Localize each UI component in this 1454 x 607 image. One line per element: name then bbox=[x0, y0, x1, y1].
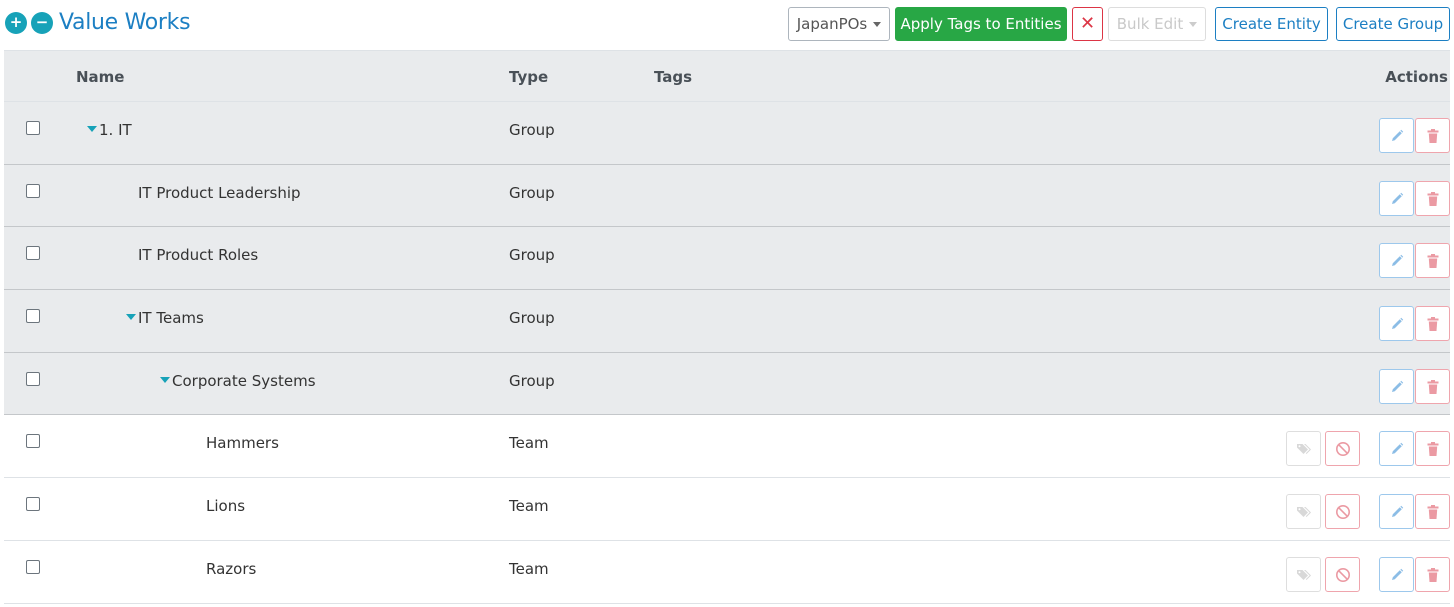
row-name: Lions bbox=[206, 497, 246, 516]
column-header-name[interactable]: Name bbox=[76, 68, 124, 86]
row-type: Team bbox=[509, 434, 549, 453]
delete-button[interactable] bbox=[1415, 556, 1450, 592]
table-body: 1. IT Group IT Product Leadership Group IT P… bbox=[4, 102, 1450, 604]
edit-button[interactable] bbox=[1379, 431, 1414, 467]
column-header-tags: Tags bbox=[654, 68, 693, 86]
row-type: Group bbox=[509, 246, 555, 265]
table-row: Hammers Team bbox=[4, 415, 1450, 479]
apply-tags-button[interactable]: Apply Tags to Entities bbox=[895, 7, 1067, 41]
caret-down-icon[interactable] bbox=[160, 376, 170, 383]
row-checkbox[interactable] bbox=[26, 371, 40, 386]
row-name: IT Teams bbox=[138, 309, 204, 328]
row-name-cell[interactable]: 1. IT bbox=[87, 121, 132, 139]
row-name-cell: Lions bbox=[206, 497, 245, 515]
delete-button[interactable] bbox=[1415, 118, 1450, 153]
table-row: IT Product Roles Group bbox=[4, 227, 1450, 291]
caret-down-icon[interactable] bbox=[126, 314, 136, 321]
clear-tags-button[interactable]: ✕ bbox=[1072, 7, 1103, 41]
caret-down-icon bbox=[1189, 22, 1197, 27]
edit-button[interactable] bbox=[1379, 368, 1414, 404]
delete-button[interactable] bbox=[1415, 494, 1450, 530]
row-name-cell: Razors bbox=[206, 560, 256, 578]
disable-button[interactable] bbox=[1325, 556, 1360, 592]
table-header: Name Type Tags Actions bbox=[4, 50, 1450, 102]
row-checkbox[interactable] bbox=[26, 309, 40, 324]
disable-button[interactable] bbox=[1325, 431, 1360, 467]
expand-all-button[interactable]: + bbox=[5, 12, 27, 34]
row-name: Corporate Systems bbox=[172, 371, 316, 390]
edit-button[interactable] bbox=[1379, 243, 1414, 279]
row-name: 1. IT bbox=[99, 121, 132, 139]
column-header-type[interactable]: Type bbox=[509, 68, 548, 86]
bulk-edit-button[interactable]: Bulk Edit bbox=[1108, 7, 1206, 41]
row-checkbox[interactable] bbox=[26, 246, 40, 261]
tag-button[interactable] bbox=[1286, 556, 1321, 592]
row-type: Group bbox=[509, 371, 555, 390]
row-type: Group bbox=[509, 183, 555, 202]
row-name-cell: IT Product Roles bbox=[138, 246, 258, 264]
row-name: IT Product Leadership bbox=[138, 183, 301, 202]
row-checkbox[interactable] bbox=[26, 121, 40, 135]
delete-button[interactable] bbox=[1415, 180, 1450, 216]
delete-button[interactable] bbox=[1415, 306, 1450, 342]
row-type: Team bbox=[509, 497, 549, 516]
row-type: Group bbox=[509, 121, 555, 139]
delete-button[interactable] bbox=[1415, 243, 1450, 279]
edit-button[interactable] bbox=[1379, 306, 1414, 342]
edit-button[interactable] bbox=[1379, 494, 1414, 530]
bulk-edit-label: Bulk Edit bbox=[1116, 15, 1184, 33]
row-checkbox[interactable] bbox=[26, 434, 40, 449]
column-header-actions: Actions bbox=[1385, 68, 1448, 86]
edit-button[interactable] bbox=[1379, 180, 1414, 216]
table-row: Razors Team bbox=[4, 540, 1450, 604]
edit-button[interactable] bbox=[1379, 556, 1414, 592]
page-title: Value Works bbox=[59, 10, 191, 35]
row-name: IT Product Roles bbox=[138, 246, 259, 265]
row-type: Team bbox=[509, 559, 549, 578]
entity-table: Name Type Tags Actions 1. IT Group IT Prod… bbox=[4, 50, 1450, 604]
header-bar: + − Value Works JapanPOs Apply Tags to E… bbox=[0, 0, 1454, 50]
row-checkbox[interactable] bbox=[26, 559, 40, 574]
row-name-cell[interactable]: IT Teams bbox=[126, 309, 204, 327]
row-name: Razors bbox=[206, 559, 257, 578]
row-name-cell: IT Product Leadership bbox=[138, 184, 301, 202]
delete-button[interactable] bbox=[1415, 368, 1450, 404]
tag-select-dropdown[interactable]: JapanPOs bbox=[788, 7, 890, 41]
create-entity-button[interactable]: Create Entity bbox=[1215, 7, 1328, 41]
table-row: Lions Team bbox=[4, 478, 1450, 541]
create-group-button[interactable]: Create Group bbox=[1336, 7, 1450, 41]
caret-down-icon[interactable] bbox=[87, 126, 97, 132]
table-row: IT Product Leadership Group bbox=[4, 164, 1450, 228]
row-name-cell: Hammers bbox=[206, 434, 279, 452]
tag-button[interactable] bbox=[1286, 494, 1321, 530]
caret-down-icon bbox=[873, 22, 881, 27]
row-name-cell[interactable]: Corporate Systems bbox=[160, 372, 316, 390]
table-row: IT Teams Group bbox=[4, 290, 1450, 353]
delete-button[interactable] bbox=[1415, 431, 1450, 467]
tag-select-value: JapanPOs bbox=[796, 15, 868, 33]
disable-button[interactable] bbox=[1325, 494, 1360, 530]
table-row: Corporate Systems Group bbox=[4, 352, 1450, 416]
edit-button[interactable] bbox=[1379, 118, 1414, 153]
row-name: Hammers bbox=[206, 434, 279, 453]
table-row: 1. IT Group bbox=[4, 102, 1450, 165]
collapse-all-button[interactable]: − bbox=[31, 12, 53, 34]
row-type: Group bbox=[509, 309, 555, 328]
row-checkbox[interactable] bbox=[26, 183, 40, 198]
tag-button[interactable] bbox=[1286, 431, 1321, 467]
row-checkbox[interactable] bbox=[26, 497, 40, 512]
